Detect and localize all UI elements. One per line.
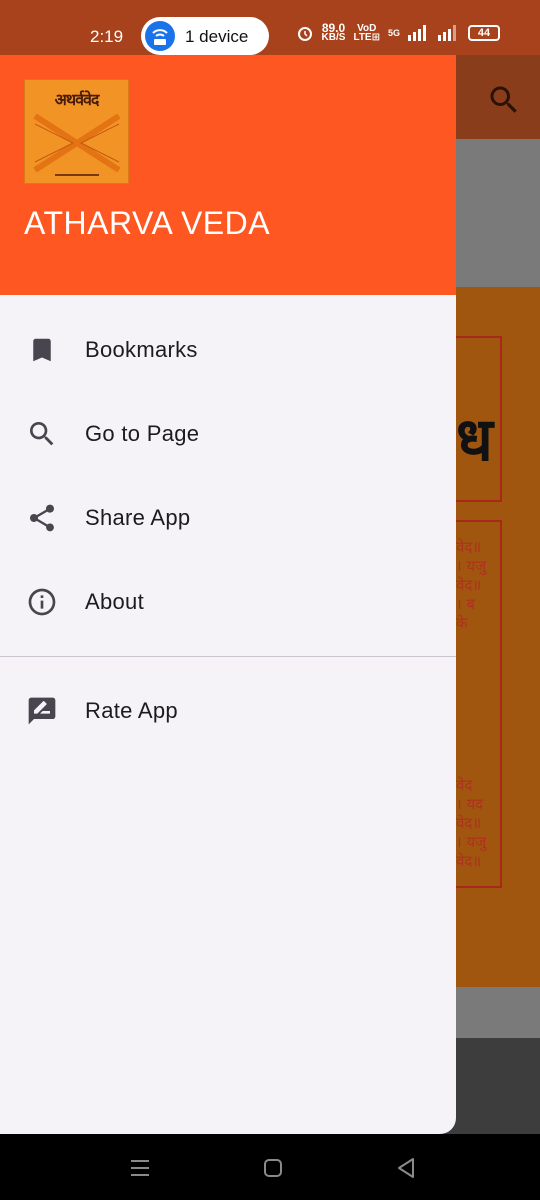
navigation-drawer: अथर्ववेद ATHARVA VEDA Bookmarks Go to Pa… — [0, 0, 456, 1134]
network-type-label: 5G — [387, 27, 400, 38]
menu-item-label: Rate App — [85, 698, 178, 723]
menu-item-go-to-page[interactable]: Go to Page — [0, 392, 456, 476]
status-icons: 89.0 KB/S VoD LTE⊞ 5G 44 — [296, 22, 500, 43]
volte-bottom: LTE⊞ — [353, 32, 380, 43]
background-line: वेद॥ — [456, 814, 482, 832]
signal-strength-2-icon — [438, 25, 456, 41]
background-line: वेद॥ — [456, 852, 482, 870]
menu-item-label: Bookmarks — [85, 337, 198, 362]
app-title: ATHARVA VEDA — [24, 205, 271, 241]
background-mark: ध — [456, 405, 493, 475]
search-icon — [26, 418, 58, 450]
menu-item-rate-app[interactable]: Rate App — [0, 669, 456, 753]
menu-item-label: About — [85, 589, 144, 614]
status-bar: 2:19 1 device 89.0 KB/S VoD LTE⊞ 5G 44 — [0, 0, 540, 55]
logo-title: अथर्ववेद — [54, 90, 100, 109]
hotspot-icon — [145, 21, 175, 51]
background-line: के — [456, 614, 468, 632]
menu-item-label: Go to Page — [85, 421, 200, 446]
info-icon — [26, 586, 58, 618]
menu-divider — [0, 656, 456, 657]
connected-devices-label: 1 device — [185, 27, 249, 46]
drawer-header: अथर्ववेद ATHARVA VEDA — [0, 55, 456, 295]
background-line: । यद — [456, 795, 484, 813]
menu-item-label: Share App — [85, 505, 191, 530]
logo-pattern — [33, 114, 121, 172]
alarm-icon — [297, 27, 312, 41]
logo-footer-line — [55, 174, 99, 176]
background-line: वेद॥ — [456, 576, 482, 594]
connected-devices-pill[interactable]: 1 device — [141, 17, 269, 55]
background-line: । यजु — [456, 833, 487, 851]
drawer-menu: Bookmarks Go to Page Share App About Rat… — [0, 308, 456, 753]
home-icon[interactable] — [259, 1154, 287, 1182]
bookmark-icon — [26, 334, 58, 366]
background-line: वेद॥ — [456, 538, 482, 556]
network-speed: 89.0 KB/S — [321, 22, 346, 43]
background-line: वेद — [456, 776, 473, 794]
back-icon[interactable] — [392, 1154, 420, 1182]
battery-indicator: 44 — [468, 25, 500, 41]
background-text-top: वेद॥ । यजु वेद॥ । ब के — [456, 538, 486, 633]
network-type: 5G — [387, 27, 400, 38]
menu-item-about[interactable]: About — [0, 560, 456, 644]
background-text-bottom: वेद । यद वेद॥ । यजु वेद॥ — [456, 776, 486, 871]
background-line: । यजु — [456, 557, 487, 575]
app-logo: अथर्ववेद — [24, 79, 129, 184]
volte-indicator: VoD LTE⊞ — [353, 24, 380, 43]
system-navigation-bar — [0, 1134, 540, 1200]
background-search-icon — [490, 86, 517, 113]
network-speed-unit: KB/S — [321, 32, 346, 43]
menu-item-share-app[interactable]: Share App — [0, 476, 456, 560]
menu-item-bookmarks[interactable]: Bookmarks — [0, 308, 456, 392]
rate-review-icon — [26, 695, 58, 727]
status-time: 2:19 — [90, 27, 124, 46]
signal-strength-icon — [408, 25, 426, 41]
background-line: । ब — [456, 595, 476, 613]
share-icon — [26, 502, 58, 534]
recent-apps-icon[interactable] — [126, 1154, 154, 1182]
